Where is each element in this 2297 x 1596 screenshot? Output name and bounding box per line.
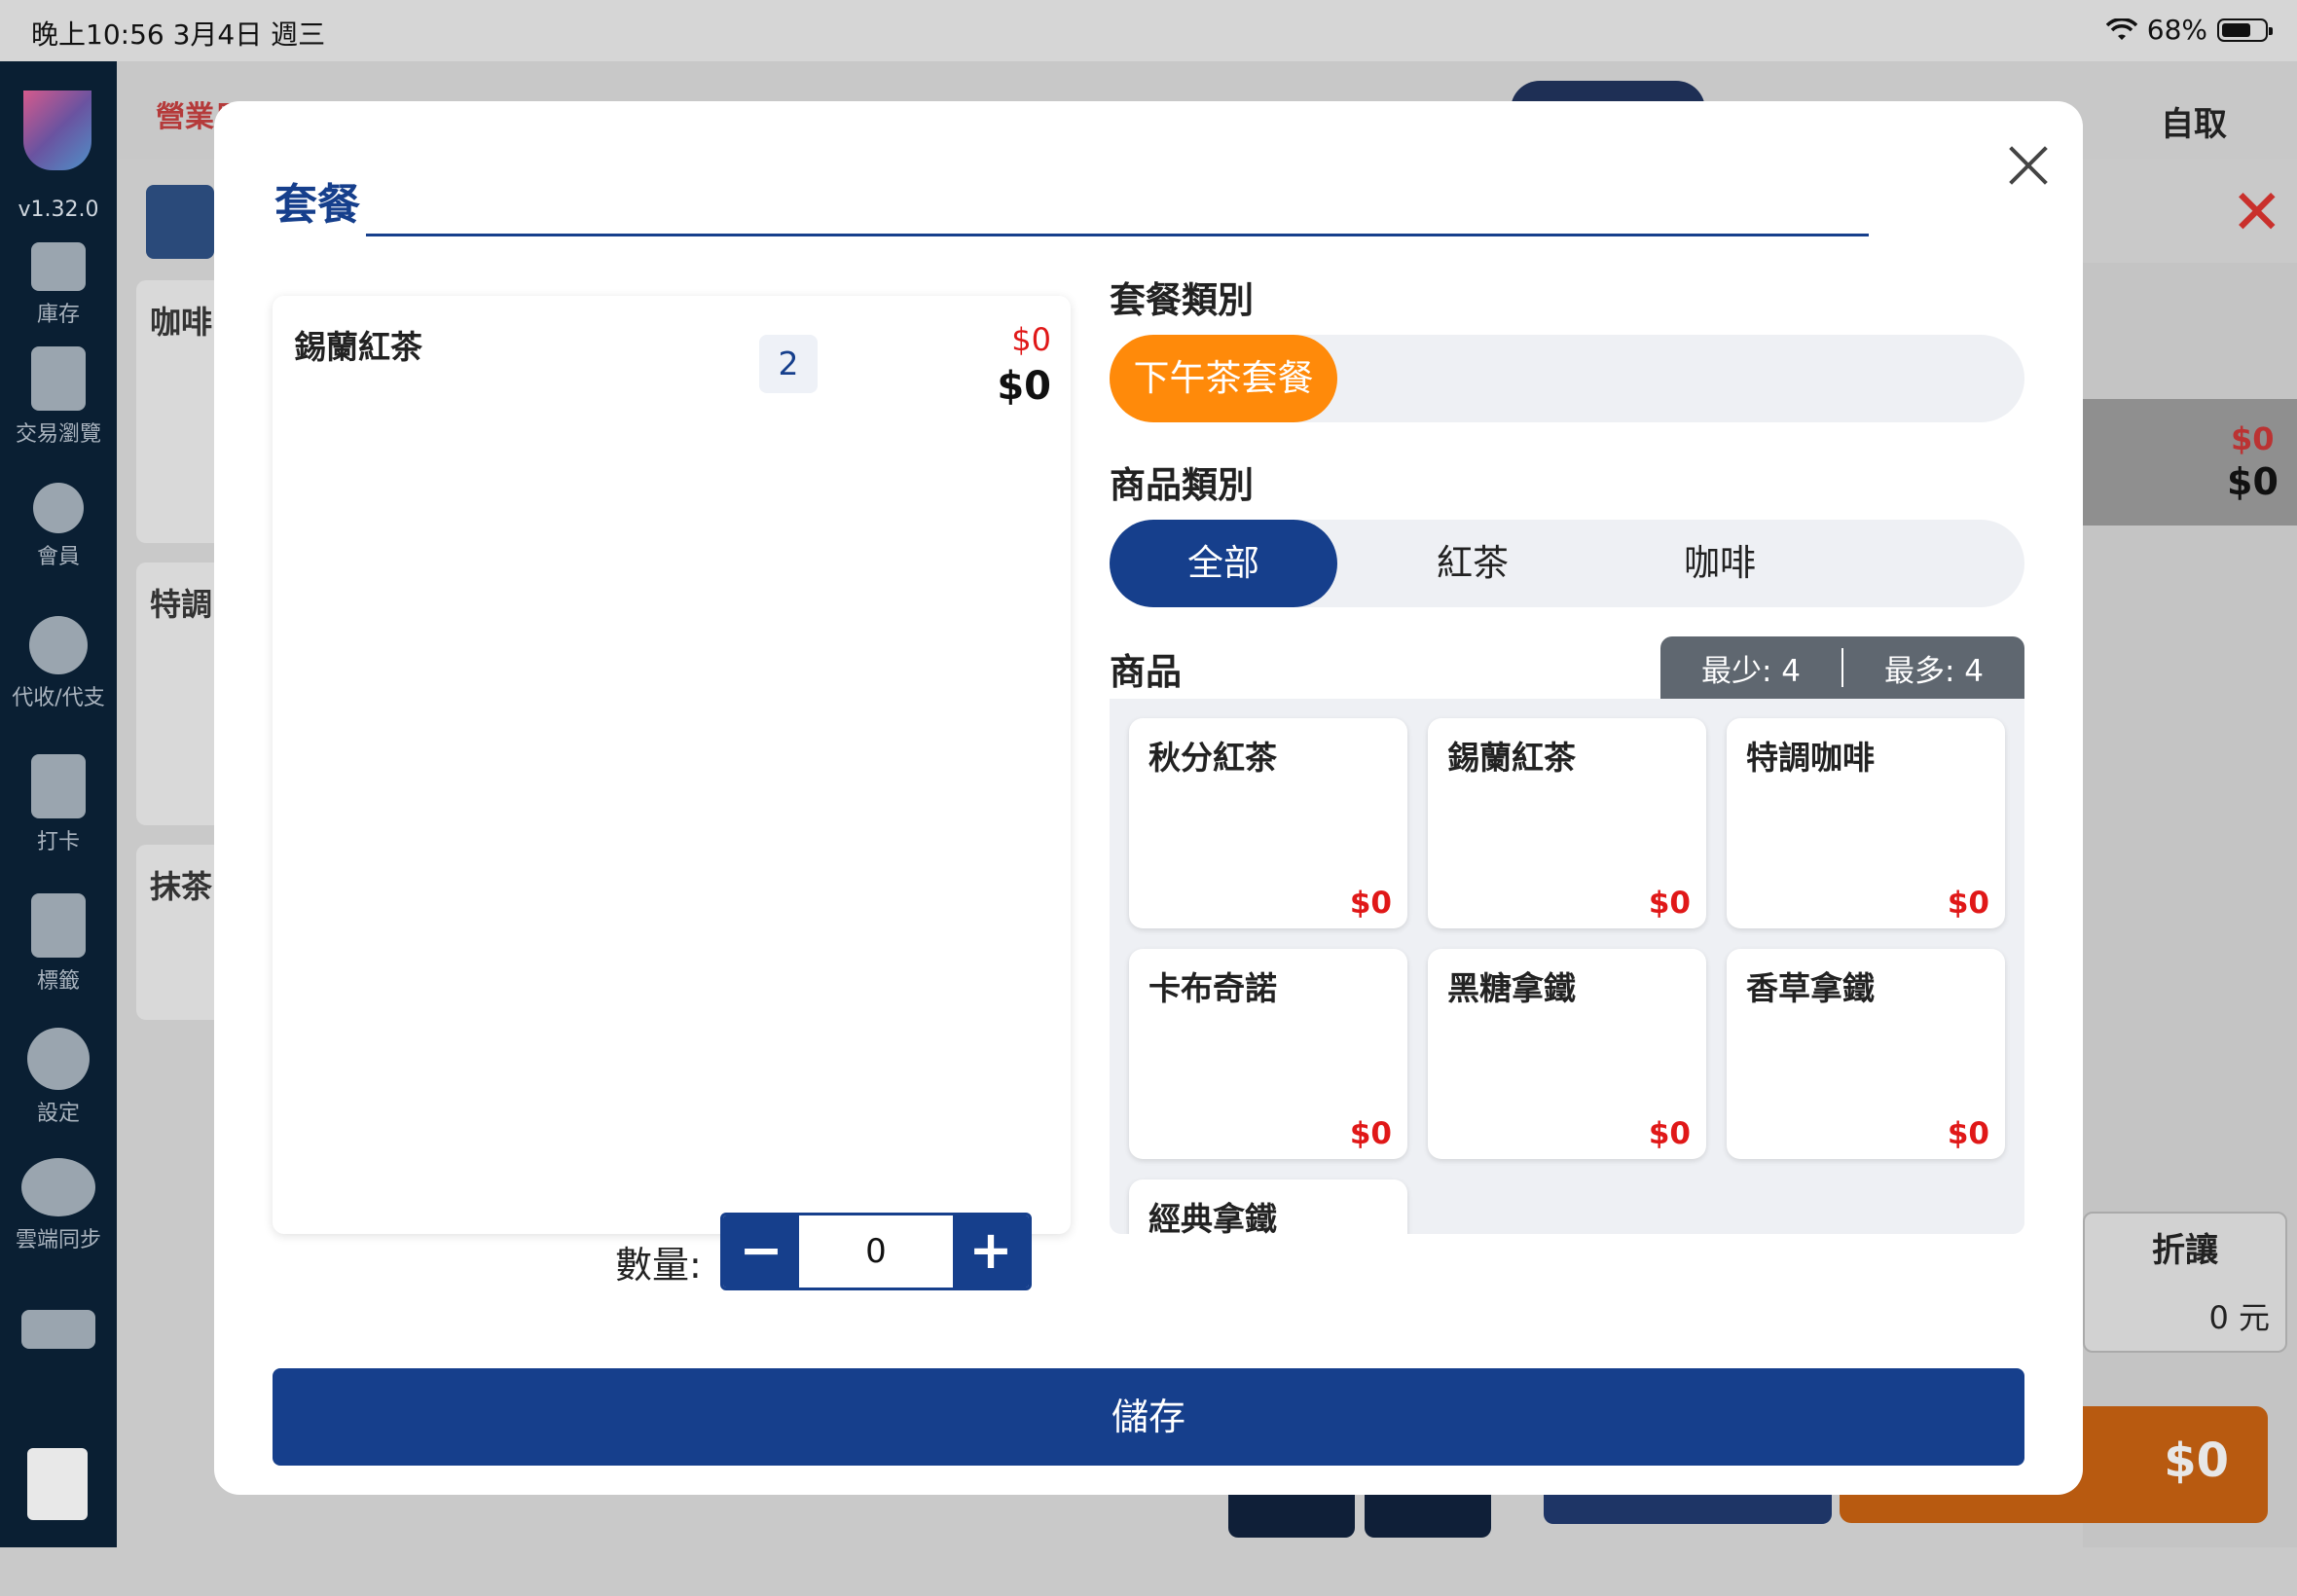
dollar-cycle-icon — [29, 616, 88, 674]
product-name: 香草拿鐵 — [1746, 969, 1875, 1007]
product-price: $0 — [1349, 1116, 1392, 1151]
product-card[interactable]: 錫蘭紅茶 $0 — [1428, 718, 1706, 928]
product-name: 經典拿鐵 — [1148, 1200, 1277, 1234]
pickup-label[interactable]: 自取 — [2161, 97, 2227, 145]
pay-total: $0 — [2164, 1433, 2229, 1488]
sidebar-item-label: 雲端同步 — [15, 1228, 101, 1252]
product-name: 秋分紅茶 — [1148, 739, 1277, 777]
sidebar-item-tags[interactable]: 標籤 — [0, 893, 117, 995]
category-label: 咖啡 — [150, 304, 213, 341]
back-button[interactable] — [146, 185, 214, 259]
tab-black-tea[interactable]: 紅茶 — [1359, 520, 1586, 607]
combo-category-afternoon-tea[interactable]: 下午茶套餐 — [1110, 335, 1337, 422]
table-icon — [21, 1310, 95, 1349]
selected-items-panel: 錫蘭紅茶 2 $0 $0 — [273, 296, 1071, 1234]
cloud-sync-icon — [21, 1158, 95, 1216]
tab-all[interactable]: 全部 — [1110, 520, 1337, 607]
product-name: 卡布奇諾 — [1148, 969, 1277, 1007]
sidebar-item-clock-in[interactable]: 打卡 — [0, 754, 117, 855]
max-label: 最多: 4 — [1883, 653, 1985, 689]
product-card[interactable]: 香草拿鐵 $0 — [1727, 949, 2005, 1159]
quantity-value[interactable]: 0 — [799, 1215, 953, 1288]
discount-value: 0 元 — [2208, 1299, 2270, 1336]
product-price: $0 — [1648, 1116, 1691, 1151]
quantity-label: 數量: — [615, 1244, 702, 1287]
selected-item-price: $0 — [997, 364, 1051, 409]
sidebar-item-label: 庫存 — [36, 303, 80, 327]
combo-category-bar: 下午茶套餐 — [1110, 335, 2024, 422]
tag-icon — [31, 893, 86, 958]
receipt-icon — [31, 346, 86, 411]
title-divider — [366, 234, 1869, 236]
wifi-icon — [2105, 18, 2137, 40]
book-icon — [31, 242, 86, 291]
category-label: 抹茶 — [150, 868, 213, 905]
sidebar-item-members[interactable]: 會員 — [0, 483, 117, 570]
status-right: 68% — [2105, 14, 2273, 46]
battery-percent: 68% — [2146, 14, 2207, 46]
modal-title: 套餐 — [274, 180, 360, 230]
product-price: $0 — [1648, 886, 1691, 921]
close-icon[interactable] — [2001, 138, 2056, 193]
sidebar-item-settings[interactable]: 設定 — [0, 1028, 117, 1127]
status-time-date: 晚上10:56 3月4日 週三 — [31, 18, 326, 51]
combo-category-label: 套餐類別 — [1110, 279, 1254, 321]
save-button[interactable]: 儲存 — [273, 1368, 2024, 1466]
sidebar-item-label: 設定 — [36, 1102, 80, 1126]
selected-item-qty: 2 — [759, 335, 818, 393]
product-card[interactable]: 秋分紅茶 $0 — [1129, 718, 1407, 928]
min-label: 最少: 4 — [1700, 653, 1802, 689]
quantity-stepper: − 0 + — [720, 1213, 1032, 1290]
product-category-label: 商品類別 — [1110, 464, 1254, 506]
product-name: 錫蘭紅茶 — [1447, 739, 1576, 777]
plus-button[interactable]: + — [953, 1215, 1029, 1288]
product-price: $0 — [1947, 886, 1989, 921]
sidebar-item-label: 代收/代支 — [12, 686, 105, 710]
minus-button[interactable]: − — [723, 1215, 799, 1288]
product-category-bar: 全部 紅茶 咖啡 — [1110, 520, 2024, 607]
product-grid: 秋分紅茶 $0 錫蘭紅茶 $0 特調咖啡 $0 卡布奇諾 $0 黑糖拿鐵 $0 … — [1110, 699, 2024, 1234]
product-price: $0 — [1947, 1116, 1989, 1151]
gear-icon — [27, 1028, 90, 1090]
sidebar-item-label: 交易瀏覽 — [15, 422, 101, 447]
status-bar: 晚上10:56 3月4日 週三 68% — [0, 0, 2297, 61]
clear-order-icon[interactable]: ✕ — [2231, 177, 2283, 249]
product-card[interactable]: 經典拿鐵 — [1129, 1179, 1407, 1234]
discount-box[interactable]: 折讓 0 元 — [2083, 1212, 2287, 1353]
app-logo — [23, 91, 91, 170]
sidebar-item-table[interactable] — [0, 1310, 117, 1355]
product-card[interactable]: 黑糖拿鐵 $0 — [1428, 949, 1706, 1159]
sidebar-item-label: 標籤 — [36, 969, 80, 994]
user-icon — [33, 483, 84, 533]
battery-icon — [2217, 18, 2273, 42]
combo-modal: 套餐 錫蘭紅茶 2 $0 $0 數量: − 0 + 套餐類別 下午茶套餐 商品類… — [214, 101, 2083, 1495]
discount-label: 折讓 — [2152, 1231, 2218, 1270]
sidebar: v1.32.0 庫存 交易瀏覽 會員 代收/代支 打卡 標籤 設定 雲端同步 — [0, 61, 117, 1547]
product-name: 特調咖啡 — [1746, 739, 1875, 777]
product-card[interactable]: 卡布奇諾 $0 — [1129, 949, 1407, 1159]
sidebar-item-label: 打卡 — [36, 830, 80, 854]
sidebar-item-cloud-sync[interactable]: 雲端同步 — [0, 1158, 117, 1253]
selected-item-name[interactable]: 錫蘭紅茶 — [294, 321, 422, 368]
products-label: 商品 — [1110, 651, 1182, 693]
category-label: 特調 — [150, 586, 213, 623]
product-card[interactable]: 特調咖啡 $0 — [1727, 718, 2005, 928]
clock-in-icon — [31, 754, 86, 818]
battery-fill — [2222, 22, 2250, 37]
sidebar-item-collect-pay[interactable]: 代收/代支 — [0, 616, 117, 711]
sidebar-item-inventory[interactable]: 庫存 — [0, 242, 117, 328]
min-max-badge: 最少: 4 最多: 4 — [1660, 636, 2024, 699]
order-price: $0 — [2227, 460, 2279, 503]
product-name: 黑糖拿鐵 — [1447, 969, 1576, 1007]
logout-icon[interactable] — [27, 1448, 88, 1520]
tab-coffee[interactable]: 咖啡 — [1606, 520, 1834, 607]
product-price: $0 — [1349, 886, 1392, 921]
sidebar-item-transactions[interactable]: 交易瀏覽 — [0, 346, 117, 448]
order-price-red: $0 — [2231, 420, 2275, 457]
selected-item-price-red: $0 — [1011, 321, 1051, 358]
app-version: v1.32.0 — [18, 198, 99, 222]
sidebar-item-label: 會員 — [36, 545, 80, 569]
